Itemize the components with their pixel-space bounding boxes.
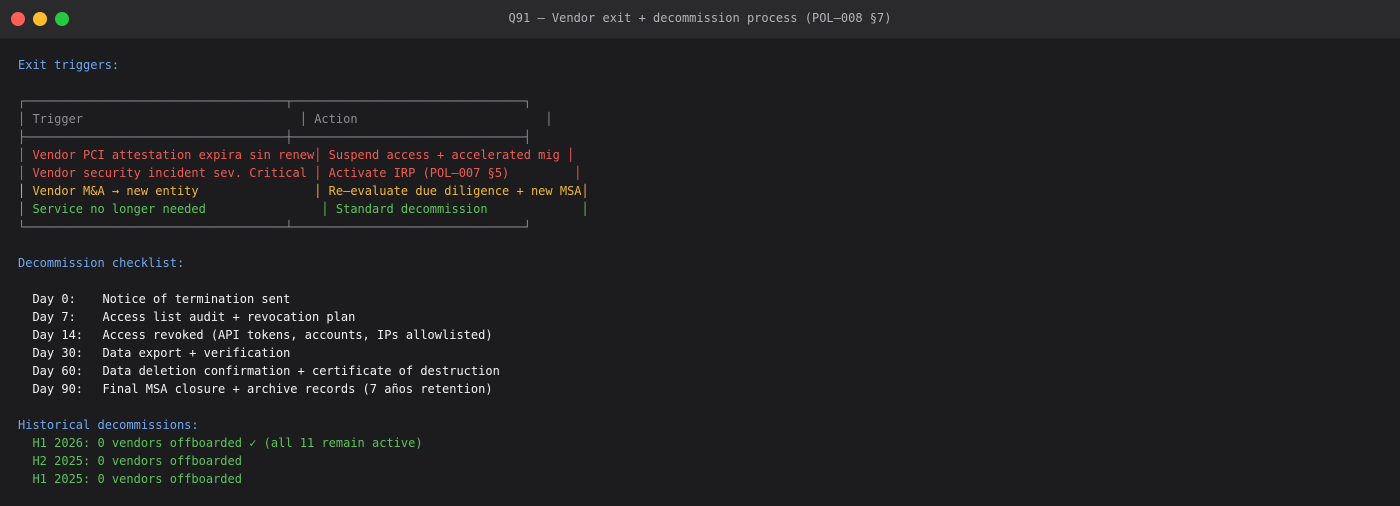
checklist-task: Data deletion confirmation + certificate… bbox=[102, 364, 500, 378]
checklist-item: Day 30: Data export + verification bbox=[18, 344, 1400, 362]
history-item: H1 2025: 0 vendors offboarded bbox=[32, 472, 242, 486]
table-header-row: │ Trigger │ Action │ bbox=[18, 112, 553, 126]
table-row: │ Vendor M&A → new entity │ Re–evaluate … bbox=[18, 184, 589, 198]
table-border-mid: ├────────────────────────────────────┼──… bbox=[18, 130, 531, 144]
checklist-task: Access list audit + revocation plan bbox=[102, 310, 356, 324]
checklist-task: Data export + verification bbox=[102, 346, 291, 360]
table-border-bottom: └────────────────────────────────────┴──… bbox=[18, 220, 531, 234]
checklist-day: Day 30: bbox=[32, 346, 84, 360]
checklist-item: Day 0: Notice of termination sent bbox=[18, 290, 1400, 308]
table-row: │ Vendor PCI attestation expira sin rene… bbox=[18, 148, 575, 162]
checklist-task: Access revoked (API tokens, accounts, IP… bbox=[102, 328, 493, 342]
checklist-item: Day 90: Final MSA closure + archive recor… bbox=[18, 380, 1400, 398]
terminal-window: Q91 — Vendor exit + decommission process… bbox=[0, 0, 1400, 506]
checklist-task: Notice of termination sent bbox=[102, 292, 291, 306]
checklist-day: Day 7: bbox=[32, 310, 76, 324]
window-title: Q91 — Vendor exit + decommission process… bbox=[508, 11, 892, 25]
checklist-item: Day 7: Access list audit + revocation pla… bbox=[18, 308, 1400, 326]
table-border-top: ┌────────────────────────────────────┬──… bbox=[18, 94, 531, 108]
exit-triggers-heading: Exit triggers: bbox=[18, 58, 120, 72]
terminal-output[interactable]: Exit triggers: ┌────────────────────────… bbox=[18, 56, 1400, 488]
history-item: H2 2025: 0 vendors offboarded bbox=[32, 454, 242, 468]
history-item: H1 2026: 0 vendors offboarded ✓ (all 11 … bbox=[32, 436, 423, 450]
checklist-task: Final MSA closure + archive records (7 a… bbox=[102, 382, 493, 396]
checklist-item: Day 14: Access revoked (API tokens, accou… bbox=[18, 326, 1400, 344]
title-bar: Q91 — Vendor exit + decommission process… bbox=[0, 0, 1400, 39]
checklist-day: Day 14: bbox=[32, 328, 84, 342]
table-row: │ Service no longer needed │ Standard de… bbox=[18, 202, 589, 216]
checklist-heading: Decommission checklist: bbox=[18, 256, 185, 270]
table-row: │ Vendor security incident sev. Critical… bbox=[18, 166, 582, 180]
history-heading: Historical decommissions: bbox=[18, 418, 199, 432]
checklist-day: Day 90: bbox=[32, 382, 84, 396]
checklist-day: Day 0: bbox=[32, 292, 76, 306]
checklist-day: Day 60: bbox=[32, 364, 84, 378]
checklist-item: Day 60: Data deletion confirmation + cert… bbox=[18, 362, 1400, 380]
